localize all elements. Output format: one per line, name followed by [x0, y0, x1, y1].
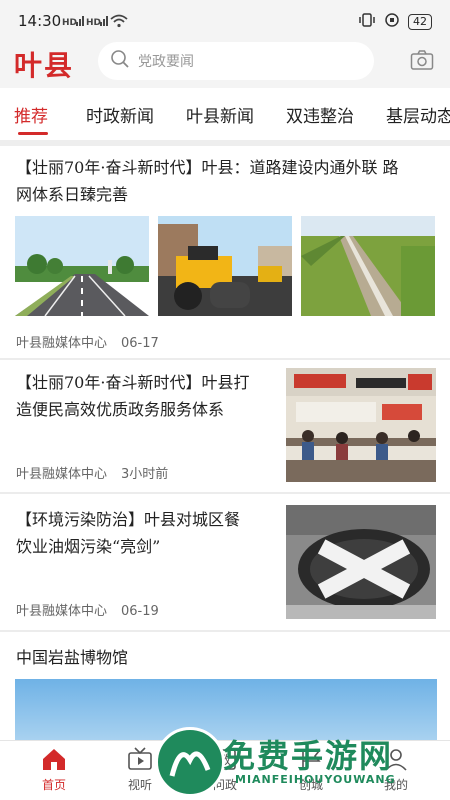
signal-icon: HD	[62, 14, 86, 31]
article-meta: 叶县融媒体中心 06-19	[16, 600, 159, 619]
article-image-roller	[158, 216, 292, 316]
status-time: 14:30	[18, 12, 62, 30]
divider	[0, 140, 450, 146]
tab-illegal-rectification[interactable]: 双违整治	[286, 102, 354, 127]
battery-indicator: 42	[408, 14, 432, 30]
app-header: 叶县 党政要闻	[0, 40, 450, 88]
divider	[0, 630, 450, 632]
nav-home[interactable]: 首页	[22, 747, 86, 793]
article-date: 3小时前	[121, 467, 169, 482]
article-meta: 叶县融媒体中心 3小时前	[16, 463, 168, 482]
divider	[0, 358, 450, 360]
home-icon	[40, 749, 68, 774]
tab-politics-news[interactable]: 时政新闻	[86, 102, 154, 127]
article-source: 叶县融媒体中心	[16, 336, 108, 351]
article-date: 06-19	[121, 604, 159, 619]
article-date: 06-17	[121, 336, 159, 351]
tv-icon	[126, 747, 154, 774]
search-icon	[110, 49, 130, 73]
tab-county-news[interactable]: 叶县新闻	[186, 102, 254, 127]
watermark-logo	[155, 727, 225, 797]
signal-icon-2: HD	[86, 14, 110, 31]
divider	[0, 492, 450, 494]
article-image-construction	[301, 216, 435, 316]
vibrate-icon	[358, 12, 376, 32]
app-logo: 叶县	[14, 49, 75, 82]
alarm-icon	[384, 12, 400, 32]
article-title: 【环境污染防治】叶县对城区餐 饮业油烟污染“亮剑”	[16, 510, 241, 556]
watermark-subtext: MIANFEIHOUYOUWANG	[235, 773, 396, 786]
tab-recommended[interactable]: 推荐	[14, 102, 48, 127]
active-tab-indicator	[18, 132, 48, 135]
search-bar[interactable]: 党政要闻	[98, 42, 374, 80]
watermark-text: 免费手游网	[223, 737, 394, 775]
tab-grassroots[interactable]: 基层动态	[386, 102, 450, 127]
article-image-sealed-stove	[286, 505, 436, 619]
svg-text:HD: HD	[86, 18, 101, 28]
article-image-service-hall	[286, 368, 436, 482]
status-bar: 14:30 HD HD 42	[0, 0, 450, 40]
site-watermark: 免费手游网 MIANFEIHOUYOUWANG	[155, 727, 445, 800]
camera-icon[interactable]	[410, 49, 434, 75]
svg-text:HD: HD	[62, 18, 77, 28]
article-image-road	[15, 216, 149, 316]
article-source: 叶县融媒体中心	[16, 467, 108, 482]
article-source: 叶县融媒体中心	[16, 604, 108, 619]
category-tabs: 推荐 时政新闻 叶县新闻 双违整治 基层动态	[0, 92, 450, 140]
article-title: 【壮丽70年·奋斗新时代】叶县：道路建设内通外联 路 网体系日臻完善	[16, 158, 399, 204]
article-title: 【壮丽70年·奋斗新时代】叶县打 造便民高效优质政务服务体系	[16, 373, 250, 419]
wifi-icon	[110, 14, 128, 31]
article-title: 中国岩盐博物馆	[16, 648, 129, 667]
nav-label: 首页	[41, 778, 66, 792]
search-placeholder: 党政要闻	[138, 54, 194, 70]
article-meta: 叶县融媒体中心 06-17	[16, 332, 159, 351]
